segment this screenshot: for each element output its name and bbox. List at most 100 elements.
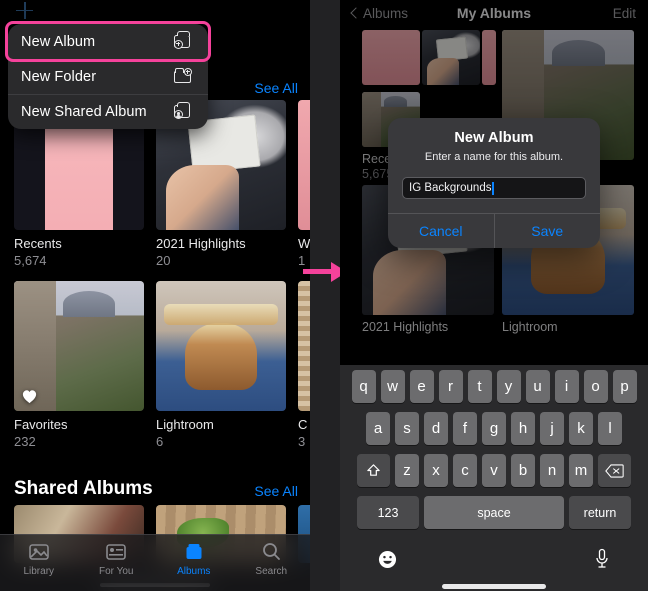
- space-key[interactable]: space: [424, 496, 564, 529]
- return-key[interactable]: return: [569, 496, 631, 529]
- key-m[interactable]: m: [569, 454, 593, 487]
- album-plus-icon: [173, 31, 195, 52]
- dialog-actions: Cancel Save: [388, 213, 600, 248]
- dialog-body: New Album Enter a name for this album. I…: [388, 118, 600, 213]
- menu-item-label: New Folder: [21, 69, 97, 85]
- album-name: Favorites: [14, 417, 68, 432]
- menu-item-new-shared-album[interactable]: New Shared Album: [8, 94, 208, 129]
- left-phone-screen: See All Recents 5,674 2021 Highlights 20…: [0, 0, 310, 591]
- right-phone-screen: Albums My Albums Edit Recents 5,675 2021…: [340, 0, 648, 591]
- key-l[interactable]: l: [598, 412, 622, 445]
- folder-plus-icon: [173, 67, 195, 87]
- menu-item-new-album[interactable]: New Album: [8, 24, 208, 59]
- tab-label: Albums: [177, 566, 211, 577]
- favorites-heart-icon: [22, 390, 37, 404]
- album-card[interactable]: C 3: [298, 281, 310, 449]
- key-i[interactable]: i: [554, 370, 579, 403]
- tab-for-you[interactable]: For You: [78, 541, 156, 577]
- album-name-value: IG Backgrounds: [409, 182, 492, 194]
- album-count: 232: [14, 434, 36, 449]
- backspace-icon[interactable]: [598, 454, 631, 487]
- text-caret: [492, 181, 495, 195]
- key-d[interactable]: d: [424, 412, 448, 445]
- key-n[interactable]: n: [540, 454, 564, 487]
- save-button[interactable]: Save: [493, 214, 601, 248]
- key-q[interactable]: q: [351, 370, 376, 403]
- dialog-message: Enter a name for this album.: [424, 151, 564, 163]
- key-c[interactable]: c: [453, 454, 477, 487]
- key-z[interactable]: z: [395, 454, 419, 487]
- album-thumbnail: [298, 281, 310, 411]
- key-o[interactable]: o: [583, 370, 608, 403]
- tab-search[interactable]: Search: [233, 541, 311, 577]
- menu-item-label: New Album: [21, 33, 96, 50]
- new-album-dialog: New Album Enter a name for this album. I…: [388, 118, 600, 248]
- keyboard-row-4: 123 space return: [340, 496, 648, 529]
- keyboard-row-1: q w e r t y u i o p: [340, 370, 648, 403]
- album-count: 20: [156, 253, 171, 268]
- keyboard-row-2: a s d f g h j k l: [340, 412, 648, 445]
- key-p[interactable]: p: [612, 370, 637, 403]
- keyboard-rows: q w e r t y u i o p a s d f g h j k l z …: [340, 370, 648, 538]
- shared-albums-see-all[interactable]: See All: [254, 483, 298, 499]
- album-name-input[interactable]: IG Backgrounds: [402, 177, 586, 199]
- numbers-key[interactable]: 123: [357, 496, 419, 529]
- shift-icon[interactable]: [357, 454, 390, 487]
- tab-bar: Library For You Albums Search: [0, 534, 310, 591]
- keyboard-bottom-bar: [340, 543, 648, 591]
- keyboard-row-3: z x c v b n m: [340, 454, 648, 487]
- album-count: 5,674: [14, 253, 47, 268]
- album-card[interactable]: W 1: [298, 100, 310, 268]
- tab-label: Library: [23, 566, 55, 577]
- add-icon[interactable]: [14, 0, 36, 22]
- album-count: 3: [298, 434, 306, 449]
- menu-item-new-folder[interactable]: New Folder: [8, 59, 208, 94]
- my-albums-see-all[interactable]: See All: [254, 80, 298, 96]
- for-you-icon: [104, 541, 128, 562]
- key-x[interactable]: x: [424, 454, 448, 487]
- new-album-context-menu: New Album New Folder New Shared Album: [8, 24, 208, 129]
- key-j[interactable]: j: [540, 412, 564, 445]
- key-u[interactable]: u: [525, 370, 550, 403]
- shared-albums-title: Shared Albums: [14, 478, 153, 499]
- key-f[interactable]: f: [453, 412, 477, 445]
- album-name: C: [298, 417, 308, 432]
- key-g[interactable]: g: [482, 412, 506, 445]
- key-e[interactable]: e: [409, 370, 434, 403]
- album-card[interactable]: Lightroom 6: [156, 281, 286, 449]
- key-b[interactable]: b: [511, 454, 535, 487]
- key-s[interactable]: s: [395, 412, 419, 445]
- cancel-button[interactable]: Cancel: [388, 214, 494, 248]
- tab-label: For You: [99, 566, 134, 577]
- albums-icon: [182, 541, 206, 562]
- album-count: 6: [156, 434, 164, 449]
- key-r[interactable]: r: [438, 370, 463, 403]
- my-albums-grid-row2: Favorites 232 Lightroom 6 C 3: [14, 281, 310, 461]
- tab-label: Search: [255, 566, 288, 577]
- album-name: W: [298, 236, 310, 251]
- key-k[interactable]: k: [569, 412, 593, 445]
- album-card[interactable]: Favorites 232: [14, 281, 144, 449]
- key-h[interactable]: h: [511, 412, 535, 445]
- key-a[interactable]: a: [366, 412, 390, 445]
- microphone-icon[interactable]: [594, 548, 610, 570]
- key-t[interactable]: t: [467, 370, 492, 403]
- album-name: Lightroom: [156, 417, 214, 432]
- search-icon: [259, 541, 283, 562]
- library-icon: [27, 541, 51, 562]
- on-screen-keyboard: q w e r t y u i o p a s d f g h j k l z …: [340, 365, 648, 591]
- dialog-title: New Album: [454, 130, 534, 146]
- screenshot-stage: See All Recents 5,674 2021 Highlights 20…: [0, 0, 648, 591]
- key-y[interactable]: y: [496, 370, 521, 403]
- album-name: Recents: [14, 236, 62, 251]
- album-thumbnail: [298, 100, 310, 230]
- album-thumbnail: [14, 281, 144, 411]
- menu-item-label: New Shared Album: [21, 104, 147, 120]
- tab-albums[interactable]: Albums: [155, 541, 233, 577]
- emoji-icon[interactable]: [378, 550, 397, 574]
- key-v[interactable]: v: [482, 454, 506, 487]
- key-w[interactable]: w: [380, 370, 405, 403]
- album-name: 2021 Highlights: [156, 236, 246, 251]
- album-person-icon: [173, 101, 195, 122]
- tab-library[interactable]: Library: [0, 541, 78, 577]
